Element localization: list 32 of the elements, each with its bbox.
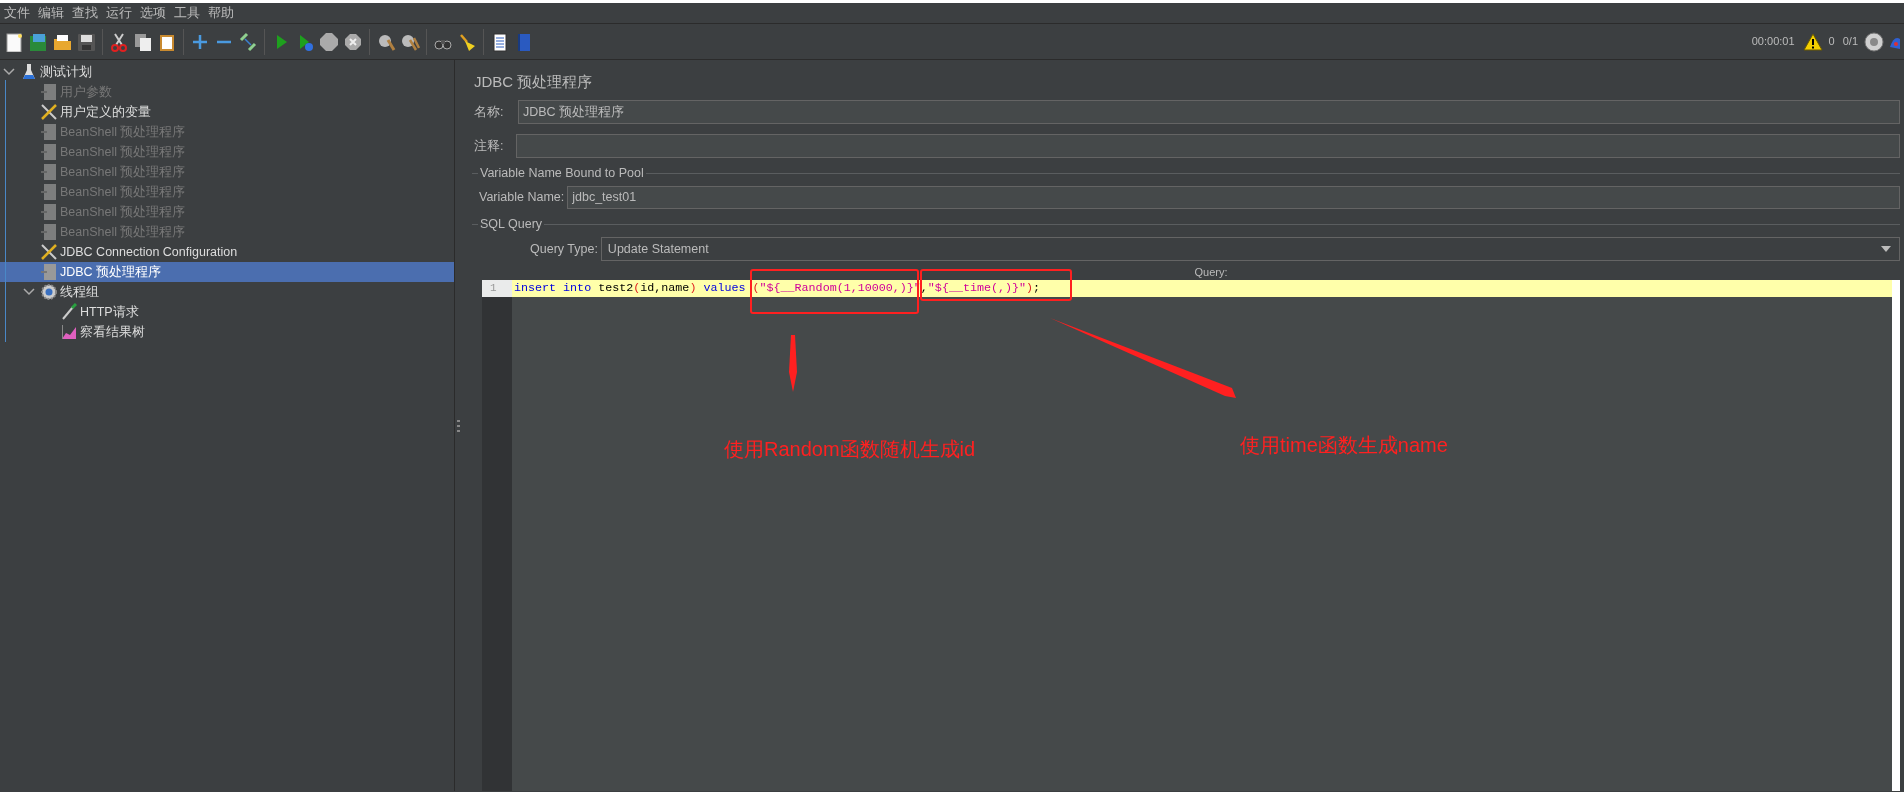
section-title: SQL Query — [479, 215, 544, 233]
name-label: 名称: — [473, 103, 505, 121]
variable-name-field[interactable]: jdbc_test01 — [567, 185, 1900, 209]
tree-item[interactable]: JDBC Connection Configuration — [60, 242, 238, 262]
tree-item[interactable]: 测试计划 — [40, 62, 92, 82]
menu-item[interactable]: 帮助 — [204, 3, 238, 23]
tree-item[interactable]: 用户定义的变量 — [60, 102, 151, 122]
tree-item[interactable]: 察看结果树 — [80, 322, 145, 342]
panel-title: JDBC 预处理程序 — [473, 71, 594, 92]
section-title: Variable Name Bound to Pool — [479, 164, 645, 182]
menu-item[interactable]: 文件 — [0, 3, 34, 23]
menu-item[interactable]: 编辑 — [34, 3, 68, 23]
name-field[interactable]: JDBC 预处理程序 — [518, 100, 1900, 124]
query-type-label: Query Type: — [530, 240, 599, 258]
line-number: 1 — [482, 280, 512, 297]
menu-item[interactable]: 运行 — [102, 3, 136, 23]
thread-count: 0/1 — [1842, 34, 1858, 50]
menu-item[interactable]: 工具 — [170, 3, 204, 23]
annotation-text: 使用time函数生成name — [1240, 433, 1448, 458]
warning-count: 0 — [1828, 34, 1835, 50]
elapsed-time: 00:00:01 — [1751, 34, 1795, 50]
code-line: insert into test2(id,name) values ("${__Random(1,10000,)}","${__time(,)}"); — [513, 280, 1041, 297]
query-label: Query: — [1194, 264, 1228, 280]
menu-item[interactable]: 选项 — [136, 3, 170, 23]
annotation-text: 使用Random函数随机生成id — [724, 437, 976, 462]
variable-name-label: Variable Name: — [479, 188, 566, 206]
tree-item[interactable]: HTTP请求 — [80, 302, 139, 322]
menu-item[interactable]: 查找 — [68, 3, 102, 23]
query-type-dropdown[interactable]: Update Statement — [600, 237, 1900, 261]
comment-label: 注释: — [473, 137, 505, 155]
tree-item[interactable]: JDBC 预处理程序 — [60, 262, 162, 282]
tree-item[interactable]: 线程组 — [60, 282, 99, 302]
